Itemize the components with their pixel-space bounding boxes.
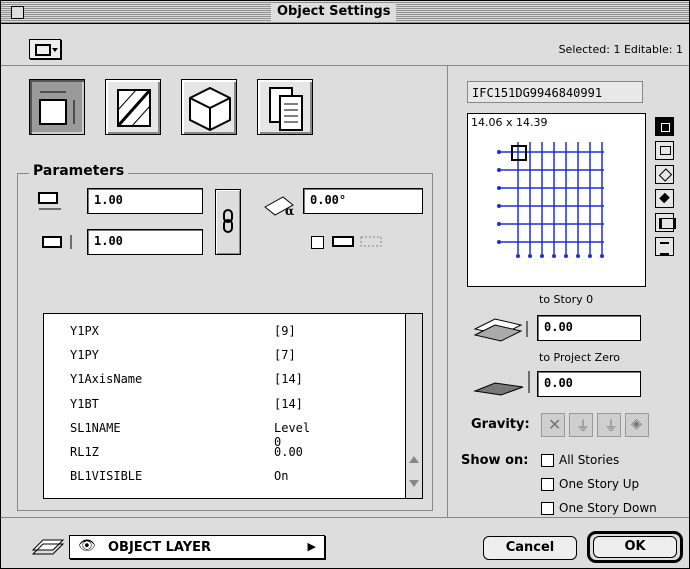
floor-plan-panel-button[interactable] xyxy=(105,79,161,135)
scroll-down-arrow[interactable] xyxy=(409,480,419,487)
header-divider xyxy=(1,65,689,66)
depth-icon xyxy=(42,235,72,249)
object-id-display: IFC151DG9946840991 xyxy=(467,81,643,103)
one-story-down-checkbox[interactable] xyxy=(541,502,554,515)
cancel-button[interactable]: Cancel xyxy=(483,536,577,560)
preview-canvas[interactable]: 14.06 x 14.39 xyxy=(467,113,646,287)
gravity-roof-button[interactable]: ◈ xyxy=(625,413,649,437)
parameters-title: Parameters xyxy=(29,163,129,179)
depth-field[interactable]: 1.00 xyxy=(87,229,203,255)
to-project-zero-label: to Project Zero xyxy=(539,351,620,364)
gravity-roof-icon: ◈ xyxy=(631,416,642,432)
width-field[interactable]: 1.00 xyxy=(87,188,203,214)
layer-name: OBJECT LAYER xyxy=(108,540,212,555)
footer-divider xyxy=(1,517,689,518)
selection-info: Selected: 1 Editable: 1 xyxy=(558,43,683,56)
close-box[interactable] xyxy=(11,6,24,19)
model-panel-button[interactable] xyxy=(181,79,237,135)
popup-arrow-icon: ▶ xyxy=(307,540,316,553)
view-shaded-3d-icon[interactable] xyxy=(655,189,674,208)
view-list-icon[interactable] xyxy=(655,237,674,256)
view-plan-button[interactable] xyxy=(655,117,674,136)
geometry-panel-button[interactable] xyxy=(29,79,85,135)
project-zero-icon xyxy=(473,371,530,396)
show-on-label: Show on: xyxy=(461,453,529,468)
gravity-slab-icon: ⏚ xyxy=(604,419,618,435)
listing-panel-button[interactable] xyxy=(257,79,313,135)
scroll-up-arrow[interactable] xyxy=(409,456,419,463)
layer-popup[interactable]: 👁 OBJECT LAYER ▶ xyxy=(69,535,325,559)
gravity-zero-icon: ⏚ xyxy=(576,419,590,435)
gravity-off-button[interactable]: ✕ xyxy=(541,413,565,437)
settings-popup-icon[interactable] xyxy=(29,39,61,59)
gravity-zero-button[interactable]: ⏚ xyxy=(569,413,593,437)
mirror-icon xyxy=(332,236,382,247)
view-section-icon[interactable] xyxy=(655,213,676,232)
eye-icon: 👁 xyxy=(78,538,96,554)
rotation-angle-icon: α xyxy=(264,196,294,217)
calculator-list-icon xyxy=(269,87,303,131)
list-scrollbar[interactable] xyxy=(405,314,422,498)
to-project-zero-field[interactable]: 0.00 xyxy=(537,371,641,397)
title-bar[interactable]: Object Settings xyxy=(1,1,689,24)
gravity-label: Gravity: xyxy=(471,417,530,432)
layer-icon xyxy=(31,539,65,555)
one-story-up-label: One Story Up xyxy=(559,477,640,491)
to-story-label: to Story 0 xyxy=(539,293,594,306)
parameter-list[interactable]: Y1PX [9] Y1PY [7] Y1AxisName [14] Y1BT [14] … xyxy=(43,313,423,499)
all-stories-label: All Stories xyxy=(559,453,620,467)
object-settings-window: Object Settings Selected: 1 Editable: 1 xyxy=(0,0,690,569)
window-title: Object Settings xyxy=(271,3,397,21)
view-3d-icon[interactable] xyxy=(655,165,674,184)
geometry-icon xyxy=(39,91,75,125)
ok-button[interactable]: OK xyxy=(593,536,677,558)
grid-preview-icon xyxy=(497,142,604,258)
one-story-down-label: One Story Down xyxy=(559,501,657,515)
hatch-icon xyxy=(116,89,152,127)
gravity-off-icon: ✕ xyxy=(548,415,562,434)
story-elevation-icon xyxy=(473,318,528,342)
view-side-icon[interactable] xyxy=(655,141,674,160)
svg-text:α: α xyxy=(285,204,294,217)
to-story-field[interactable]: 0.00 xyxy=(537,315,641,341)
mirror-checkbox[interactable] xyxy=(311,236,324,249)
angle-field[interactable]: 0.00° xyxy=(303,188,423,214)
chain-icon xyxy=(223,209,233,233)
one-story-up-checkbox[interactable] xyxy=(541,478,554,491)
gravity-slab-button[interactable]: ⏚ xyxy=(597,413,621,437)
link-chain-button[interactable] xyxy=(215,189,241,255)
all-stories-checkbox[interactable] xyxy=(541,454,554,467)
cube-icon xyxy=(189,86,231,132)
width-icon xyxy=(38,192,61,210)
panel-divider xyxy=(447,65,448,517)
